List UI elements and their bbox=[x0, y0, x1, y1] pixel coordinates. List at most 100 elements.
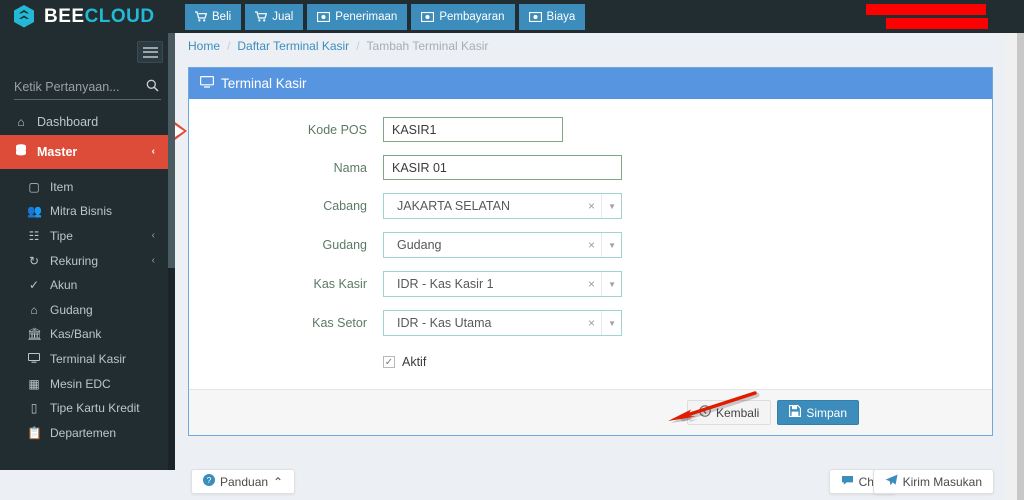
clear-icon[interactable]: × bbox=[588, 277, 595, 291]
simpan-button-label: Simpan bbox=[806, 405, 847, 420]
breadcrumb-home[interactable]: Home bbox=[188, 39, 220, 53]
sidebar-search[interactable] bbox=[14, 74, 161, 100]
sidebar-item-dashboard[interactable]: ⌂ Dashboard bbox=[0, 110, 175, 135]
search-icon[interactable] bbox=[146, 79, 161, 95]
kirim-masukan-button[interactable]: Kirim Masukan bbox=[872, 469, 994, 494]
sidebar-item-master-label: Master bbox=[37, 144, 78, 159]
sidebar-scrollbar-track[interactable] bbox=[168, 33, 175, 470]
clear-icon[interactable]: × bbox=[588, 316, 595, 330]
brand-bee: BEE bbox=[44, 6, 85, 27]
brand-logo[interactable]: BEECLOUD bbox=[0, 0, 185, 33]
nav-button-pembayaran-label: Pembayaran bbox=[439, 10, 505, 23]
money-icon bbox=[528, 11, 542, 22]
simpan-button[interactable]: Simpan bbox=[777, 400, 859, 425]
label-gudang: Gudang bbox=[322, 238, 367, 252]
database-icon bbox=[14, 143, 28, 160]
clear-icon[interactable]: × bbox=[588, 238, 595, 252]
chevron-left-icon: ‹ bbox=[151, 146, 155, 157]
redaction-bar-bottom bbox=[886, 18, 988, 29]
redaction-bar-top bbox=[866, 4, 986, 15]
sidebar-item-item[interactable]: ▢ Item bbox=[0, 175, 175, 200]
chevron-down-icon[interactable]: ▼ bbox=[608, 202, 616, 211]
aktif-label: Aktif bbox=[402, 355, 427, 369]
nav-button-biaya[interactable]: Biaya bbox=[518, 3, 586, 30]
nav-button-penerimaan[interactable]: Penerimaan bbox=[307, 3, 408, 30]
chevron-down-icon[interactable]: ▼ bbox=[608, 241, 616, 250]
hexagon-bee-logo-icon bbox=[12, 4, 36, 29]
label-kode-pos: Kode POS bbox=[307, 122, 367, 137]
brand-cloud: CLOUD bbox=[84, 6, 155, 27]
field-row-gudang: Gudang Gudang × ▼ bbox=[189, 232, 992, 258]
select-divider bbox=[601, 194, 602, 218]
annotation-arrow bbox=[655, 385, 775, 433]
sidebar-item-tipe[interactable]: ☷ Tipe ‹ bbox=[0, 224, 175, 249]
sidebar-scrollbar-thumb[interactable] bbox=[168, 33, 175, 268]
panel-body: Kode POS Nama Cabang JAKARTA SELATAN × ▼ bbox=[189, 99, 992, 389]
sidebar-item-akun-label: Akun bbox=[50, 278, 78, 293]
panduan-button[interactable]: ? Panduan ⌃ bbox=[191, 469, 296, 494]
kas-setor-select[interactable]: IDR - Kas Utama × ▼ bbox=[383, 310, 622, 336]
breadcrumb-daftar-terminal-kasir[interactable]: Daftar Terminal Kasir bbox=[237, 39, 349, 53]
nama-input[interactable] bbox=[383, 155, 622, 180]
cabang-select-value: JAKARTA SELATAN bbox=[397, 199, 511, 213]
sidebar-menu: ⌂ Dashboard Master ‹ ▢ Item 👥 Mitra Bisn… bbox=[0, 110, 175, 445]
gudang-select[interactable]: Gudang × ▼ bbox=[383, 232, 622, 258]
home-icon: ⌂ bbox=[30, 302, 38, 317]
sidebar-item-rekuring-label: Rekuring bbox=[50, 253, 99, 268]
main-content: Home / Daftar Terminal Kasir / Tambah Te… bbox=[175, 33, 1006, 500]
sidebar-item-mitra-bisnis-label: Mitra Bisnis bbox=[50, 204, 113, 219]
active-menu-pointer-inner bbox=[175, 125, 184, 137]
sidebar-item-kas-bank[interactable]: 🏛 Kas/Bank bbox=[0, 322, 175, 347]
sidebar-item-akun[interactable]: ✓ Akun bbox=[0, 273, 175, 298]
clear-icon[interactable]: × bbox=[588, 199, 595, 213]
sitemap-icon: ☷ bbox=[28, 228, 40, 243]
search-input[interactable] bbox=[14, 79, 134, 94]
select-divider bbox=[601, 233, 602, 257]
nav-button-jual[interactable]: Jual bbox=[245, 3, 304, 30]
hamburger-icon[interactable] bbox=[137, 41, 163, 63]
chevron-left-icon: ‹ bbox=[151, 255, 155, 267]
label-cabang: Cabang bbox=[323, 199, 367, 213]
field-row-aktif: ✓ Aktif bbox=[189, 355, 992, 369]
sidebar-item-master[interactable]: Master ‹ bbox=[0, 134, 175, 169]
sidebar-item-tipe-kartu-kredit[interactable]: ▯ Tipe Kartu Kredit bbox=[0, 396, 175, 421]
kas-setor-select-value: IDR - Kas Utama bbox=[397, 316, 492, 330]
sidebar-item-departemen[interactable]: 📋 Departemen bbox=[0, 420, 175, 445]
desktop-icon bbox=[27, 352, 41, 366]
sidebar-item-mesin-edc-label: Mesin EDC bbox=[50, 376, 111, 391]
money-icon bbox=[421, 11, 435, 22]
breadcrumb-current: Tambah Terminal Kasir bbox=[366, 38, 489, 53]
label-kas-setor: Kas Setor bbox=[312, 316, 367, 330]
field-row-cabang: Cabang JAKARTA SELATAN × ▼ bbox=[189, 193, 992, 219]
aktif-checkbox[interactable]: ✓ bbox=[383, 356, 395, 368]
gudang-select-value: Gudang bbox=[397, 238, 442, 252]
page-scrollbar[interactable] bbox=[1006, 33, 1024, 500]
field-row-kas-setor: Kas Setor IDR - Kas Utama × ▼ bbox=[189, 310, 992, 336]
sidebar-item-item-label: Item bbox=[50, 179, 74, 194]
kas-kasir-select[interactable]: IDR - Kas Kasir 1 × ▼ bbox=[383, 271, 622, 297]
sidebar-item-mitra-bisnis[interactable]: 👥 Mitra Bisnis bbox=[0, 199, 175, 224]
users-icon: 👥 bbox=[27, 204, 42, 219]
chevron-down-icon[interactable]: ▼ bbox=[608, 319, 616, 328]
sidebar-toggle-row bbox=[0, 33, 175, 68]
sidebar-item-mesin-edc[interactable]: ▦ Mesin EDC bbox=[0, 371, 175, 396]
sidebar-item-terminal-kasir[interactable]: Terminal Kasir bbox=[0, 347, 175, 372]
comment-icon bbox=[841, 475, 854, 489]
sidebar-submenu-master: ▢ Item 👥 Mitra Bisnis ☷ Tipe ‹ ↻ Rekurin… bbox=[0, 169, 175, 446]
nav-button-beli[interactable]: Beli bbox=[185, 3, 242, 30]
page-scrollbar-track[interactable] bbox=[1006, 33, 1017, 500]
sidebar-item-dashboard-label: Dashboard bbox=[37, 115, 99, 130]
field-row-nama: Nama bbox=[189, 155, 992, 180]
kode-pos-input[interactable] bbox=[383, 117, 563, 142]
sidebar-item-tipe-kartu-kredit-label: Tipe Kartu Kredit bbox=[50, 401, 140, 416]
chevron-down-icon[interactable]: ▼ bbox=[608, 280, 616, 289]
field-row-kode-pos: Kode POS bbox=[189, 117, 992, 142]
nav-button-pembayaran[interactable]: Pembayaran bbox=[411, 3, 515, 30]
field-row-kas-kasir: Kas Kasir IDR - Kas Kasir 1 × ▼ bbox=[189, 271, 992, 297]
cabang-select[interactable]: JAKARTA SELATAN × ▼ bbox=[383, 193, 622, 219]
sidebar-item-gudang[interactable]: ⌂ Gudang bbox=[0, 297, 175, 322]
sidebar-item-rekuring[interactable]: ↻ Rekuring ‹ bbox=[0, 248, 175, 273]
top-navbar: BEECLOUD Beli Jual Penerimaan Pembayaran… bbox=[0, 0, 1024, 33]
sidebar-item-tipe-label: Tipe bbox=[50, 228, 73, 243]
panel-header: Terminal Kasir bbox=[189, 68, 992, 99]
